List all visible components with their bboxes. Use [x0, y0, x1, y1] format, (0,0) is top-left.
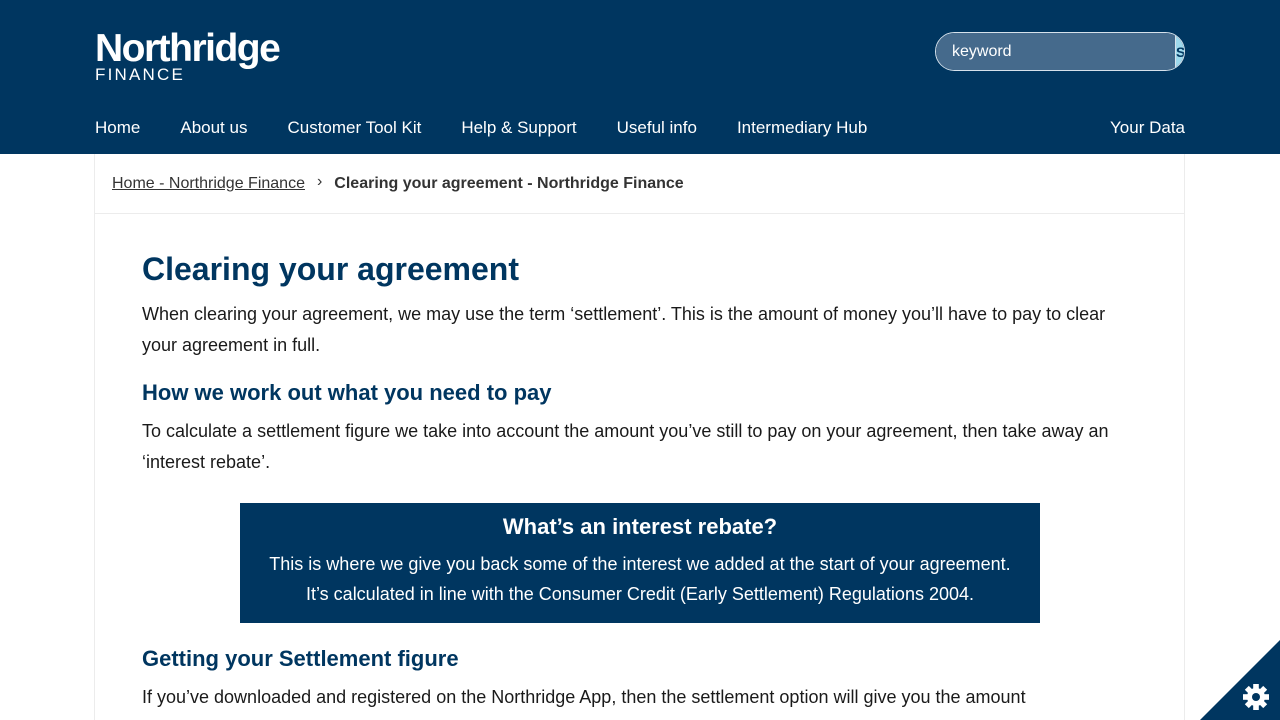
- main-content: Clearing your agreement When clearing yo…: [95, 250, 1184, 713]
- nav-item-home[interactable]: Home: [95, 118, 140, 138]
- nav-item-help-support[interactable]: Help & Support: [461, 118, 576, 138]
- cookie-settings-button[interactable]: [1200, 640, 1280, 720]
- nav-item-about-us[interactable]: About us: [180, 118, 247, 138]
- interest-rebate-callout: What’s an interest rebate? This is where…: [240, 503, 1040, 623]
- section-paragraph-calculation: To calculate a settlement figure we take…: [142, 421, 1109, 472]
- nav-item-intermediary-hub[interactable]: Intermediary Hub: [737, 118, 867, 138]
- main-nav: Home About us Customer Tool Kit Help & S…: [95, 118, 1185, 138]
- site-header: Northridge FINANCE Search Home About us …: [0, 0, 1280, 154]
- callout-text: This is where we give you back some of t…: [240, 549, 1040, 609]
- logo-wordmark: Northridge: [95, 27, 281, 70]
- breadcrumb-separator-icon: ›: [316, 172, 323, 190]
- gear-icon: [1243, 684, 1269, 710]
- nav-item-customer-tool-kit[interactable]: Customer Tool Kit: [287, 118, 421, 138]
- search-button[interactable]: Search: [1175, 33, 1184, 70]
- intro-paragraph: When clearing your agreement, we may use…: [142, 304, 1106, 355]
- section-heading-how-we-work-out: How we work out what you need to pay: [142, 380, 552, 405]
- section-paragraph-app: If you’ve downloaded and registered on t…: [142, 687, 1026, 707]
- breadcrumb-current: Clearing your agreement - Northridge Fin…: [334, 174, 684, 192]
- search-form: Search: [935, 32, 1185, 71]
- nav-item-useful-info[interactable]: Useful info: [617, 118, 697, 138]
- callout-line-1: This is where we give you back some of t…: [269, 554, 1011, 574]
- callout-line-2: It’s calculated in line with the Consume…: [306, 584, 974, 604]
- breadcrumb: Home - Northridge Finance › Clearing you…: [95, 154, 1184, 214]
- page-container: Home - Northridge Finance › Clearing you…: [94, 154, 1185, 720]
- section-heading-settlement-figure: Getting your Settlement figure: [142, 646, 459, 671]
- page-title: Clearing your agreement: [142, 251, 519, 287]
- breadcrumb-home-link[interactable]: Home - Northridge Finance: [112, 175, 305, 193]
- search-input[interactable]: [936, 33, 1175, 70]
- cookie-settings-corner: [1200, 640, 1280, 720]
- callout-title: What’s an interest rebate?: [502, 514, 778, 539]
- northridge-logo[interactable]: Northridge FINANCE: [95, 27, 281, 84]
- nav-item-your-data[interactable]: Your Data: [1110, 118, 1185, 138]
